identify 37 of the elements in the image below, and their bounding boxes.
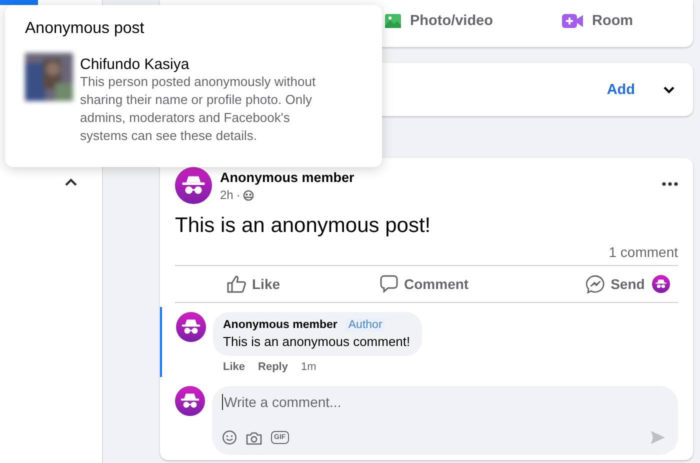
comment-text: This is an anonymous comment! (223, 334, 410, 349)
author-name[interactable]: Anonymous member (220, 170, 354, 185)
smiley-icon[interactable] (222, 430, 237, 445)
popup-title: Anonymous post (25, 20, 146, 38)
send-button[interactable]: Send (586, 274, 645, 294)
comment-button[interactable]: Comment (380, 275, 469, 293)
video-camera-icon (562, 13, 584, 29)
commenter-name[interactable]: Anonymous member (223, 319, 338, 331)
chevron-down-icon[interactable] (663, 86, 675, 94)
post-time[interactable]: 2h (220, 188, 234, 202)
action-label: Room (592, 13, 634, 29)
comment-time[interactable]: 1m (300, 361, 316, 373)
comment-action-link[interactable]: Reply (258, 361, 288, 373)
comment-action-link[interactable]: Like (223, 361, 246, 373)
author-badge: Author (345, 318, 386, 332)
thumbs-up-icon (227, 275, 246, 293)
comment-count[interactable]: 1 comment (608, 244, 678, 260)
like-button[interactable]: Like (227, 275, 280, 293)
comment-input[interactable]: Write a comment... (222, 394, 666, 410)
messenger-icon (586, 274, 605, 294)
camera-icon[interactable] (246, 430, 262, 444)
member-name: Chifundo Kasiya (80, 56, 190, 73)
photo-icon (384, 12, 402, 30)
post-text: This is an anonymous post! (174, 213, 432, 238)
more-options-icon[interactable] (662, 182, 678, 186)
speech-bubble-icon (380, 275, 398, 293)
avatar-icon (652, 275, 670, 293)
popup-description: This person posted anonymously without sharing their name or profile photo. Only admins, moderators and Facebook's systems can see these details. (80, 73, 317, 145)
tab-indicator (0, 0, 38, 5)
composer-action[interactable]: Photo/video (384, 12, 562, 30)
avatar-icon (175, 386, 205, 416)
composer-action[interactable]: Room (562, 13, 693, 29)
separator: · (236, 188, 240, 202)
avatar-icon (176, 312, 206, 342)
add-link[interactable]: Add (606, 82, 635, 98)
chevron-up-icon[interactable] (64, 177, 78, 187)
action-label: Photo/video (410, 13, 493, 29)
